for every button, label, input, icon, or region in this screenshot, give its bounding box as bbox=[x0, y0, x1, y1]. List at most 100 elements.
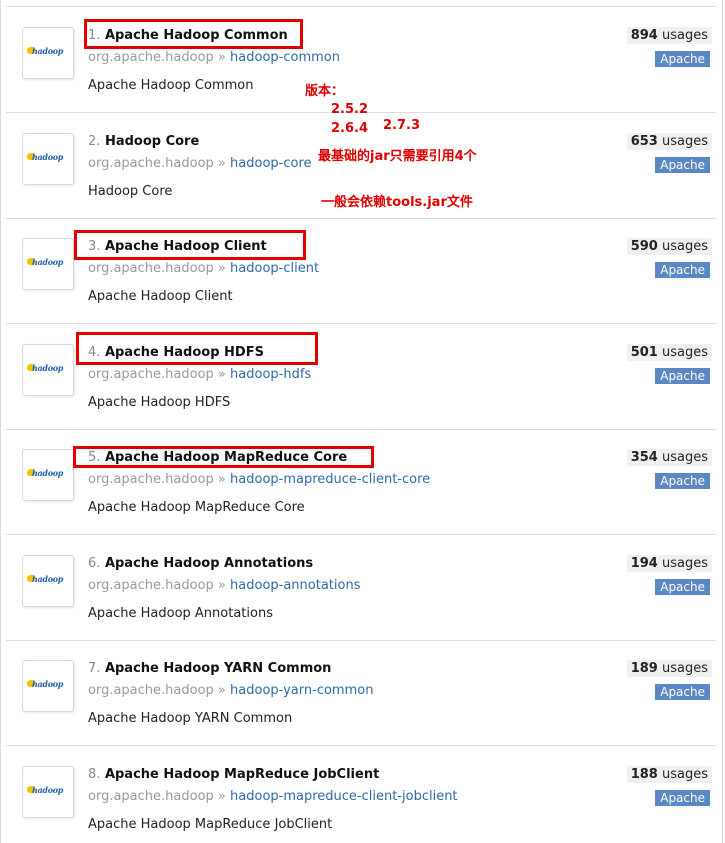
usage-label: usages bbox=[661, 767, 708, 782]
result-number: 7. bbox=[88, 661, 101, 676]
group-link[interactable]: org.apache.hadoop bbox=[88, 789, 214, 804]
hadoop-logo-icon: hadoop bbox=[22, 660, 74, 712]
logo-text: hadoop bbox=[32, 785, 64, 795]
artifact-link[interactable]: hadoop-yarn-common bbox=[230, 683, 373, 698]
result-name-link[interactable]: Apache Hadoop YARN Common bbox=[105, 661, 332, 676]
result-description: Apache Hadoop Annotations bbox=[88, 606, 273, 621]
group-link[interactable]: org.apache.hadoop bbox=[88, 261, 214, 276]
artifact-link[interactable]: hadoop-mapreduce-client-core bbox=[230, 472, 430, 487]
result-coordinates: org.apache.hadoop » hadoop-yarn-common bbox=[88, 683, 373, 698]
result-coordinates: org.apache.hadoop » hadoop-mapreduce-cli… bbox=[88, 472, 430, 487]
usage-count: 653 bbox=[630, 134, 658, 149]
artifact-link[interactable]: hadoop-common bbox=[230, 50, 340, 65]
list-item: hadoop 7. Apache Hadoop YARN Common org.… bbox=[6, 640, 716, 746]
result-coordinates: org.apache.hadoop » hadoop-hdfs bbox=[88, 367, 311, 382]
usage-count: 354 bbox=[630, 450, 658, 465]
result-title[interactable]: 7. Apache Hadoop YARN Common bbox=[88, 661, 331, 676]
group-link[interactable]: org.apache.hadoop bbox=[88, 50, 214, 65]
hadoop-logo-icon: hadoop bbox=[22, 344, 74, 396]
usage-count: 188 bbox=[630, 767, 658, 782]
result-coordinates: org.apache.hadoop » hadoop-annotations bbox=[88, 578, 360, 593]
license-tag[interactable]: Apache bbox=[655, 368, 710, 384]
separator: » bbox=[217, 683, 226, 698]
hadoop-logo-icon: hadoop bbox=[22, 27, 74, 79]
result-description: Apache Hadoop MapReduce Core bbox=[88, 500, 305, 515]
version-annotation: 2.7.3 bbox=[383, 118, 421, 133]
separator: » bbox=[217, 261, 226, 276]
result-title[interactable]: 2. Hadoop Core bbox=[88, 134, 199, 149]
usage-label: usages bbox=[661, 556, 708, 571]
usage-count-badge[interactable]: 501 usages bbox=[626, 344, 712, 361]
highlight-box bbox=[74, 230, 306, 260]
license-tag[interactable]: Apache bbox=[655, 579, 710, 595]
result-coordinates: org.apache.hadoop » hadoop-core bbox=[88, 156, 312, 171]
usage-label: usages bbox=[661, 345, 708, 360]
result-name-link[interactable]: Apache Hadoop MapReduce JobClient bbox=[105, 767, 379, 782]
note-annotation: 最基础的jar只需要引用4个 bbox=[318, 149, 477, 164]
license-tag[interactable]: Apache bbox=[655, 157, 710, 173]
result-name-link[interactable]: Apache Hadoop Annotations bbox=[105, 556, 313, 571]
license-tag[interactable]: Apache bbox=[655, 262, 710, 278]
separator: » bbox=[217, 50, 226, 65]
version-annotation: 2.6.4 bbox=[331, 121, 369, 136]
usage-count-badge[interactable]: 653 usages bbox=[626, 133, 712, 150]
usage-label: usages bbox=[661, 450, 708, 465]
usage-count: 501 bbox=[630, 345, 658, 360]
group-link[interactable]: org.apache.hadoop bbox=[88, 367, 214, 382]
result-number: 6. bbox=[88, 556, 101, 571]
highlight-box bbox=[73, 446, 374, 468]
usage-count-badge[interactable]: 354 usages bbox=[626, 449, 712, 466]
result-description: Apache Hadoop YARN Common bbox=[88, 711, 293, 726]
hadoop-logo-icon: hadoop bbox=[22, 133, 74, 185]
logo-text: hadoop bbox=[32, 468, 64, 478]
logo-text: hadoop bbox=[32, 679, 64, 689]
result-description: Apache Hadoop HDFS bbox=[88, 395, 231, 410]
usage-count-badge[interactable]: 894 usages bbox=[626, 27, 712, 44]
usage-label: usages bbox=[661, 28, 708, 43]
group-link[interactable]: org.apache.hadoop bbox=[88, 472, 214, 487]
result-coordinates: org.apache.hadoop » hadoop-client bbox=[88, 261, 319, 276]
artifact-link[interactable]: hadoop-core bbox=[230, 156, 311, 171]
result-coordinates: org.apache.hadoop » hadoop-common bbox=[88, 50, 340, 65]
license-tag[interactable]: Apache bbox=[655, 790, 710, 806]
usage-count-badge[interactable]: 194 usages bbox=[626, 555, 712, 572]
group-link[interactable]: org.apache.hadoop bbox=[88, 156, 214, 171]
result-description: Hadoop Core bbox=[88, 184, 173, 199]
separator: » bbox=[217, 472, 226, 487]
hadoop-logo-icon: hadoop bbox=[22, 766, 74, 818]
usage-count-badge[interactable]: 590 usages bbox=[626, 238, 712, 255]
result-title[interactable]: 8. Apache Hadoop MapReduce JobClient bbox=[88, 767, 379, 782]
separator: » bbox=[217, 367, 226, 382]
license-tag[interactable]: Apache bbox=[655, 51, 710, 67]
usage-label: usages bbox=[661, 661, 708, 676]
group-link[interactable]: org.apache.hadoop bbox=[88, 683, 214, 698]
list-item: hadoop 5. Apache Hadoop MapReduce Core o… bbox=[6, 429, 716, 535]
usage-count-badge[interactable]: 189 usages bbox=[626, 660, 712, 677]
artifact-link[interactable]: hadoop-mapreduce-client-jobclient bbox=[230, 789, 458, 804]
artifact-link[interactable]: hadoop-hdfs bbox=[230, 367, 311, 382]
license-tag[interactable]: Apache bbox=[655, 473, 710, 489]
result-description: Apache Hadoop Common bbox=[88, 78, 254, 93]
result-number: 8. bbox=[88, 767, 101, 782]
separator: » bbox=[217, 156, 226, 171]
license-tag[interactable]: Apache bbox=[655, 684, 710, 700]
result-name-link[interactable]: Hadoop Core bbox=[105, 134, 199, 149]
logo-text: hadoop bbox=[32, 363, 64, 373]
artifact-link[interactable]: hadoop-client bbox=[230, 261, 319, 276]
logo-text: hadoop bbox=[32, 46, 64, 56]
list-item: hadoop 8. Apache Hadoop MapReduce JobCli… bbox=[6, 746, 716, 843]
hadoop-logo-icon: hadoop bbox=[22, 238, 74, 290]
usage-label: usages bbox=[661, 239, 708, 254]
usage-count: 590 bbox=[630, 239, 658, 254]
result-title[interactable]: 6. Apache Hadoop Annotations bbox=[88, 556, 313, 571]
list-item: hadoop 6. Apache Hadoop Annotations org.… bbox=[6, 535, 716, 641]
logo-text: hadoop bbox=[32, 152, 64, 162]
usage-count-badge[interactable]: 188 usages bbox=[626, 766, 712, 783]
hadoop-logo-icon: hadoop bbox=[22, 449, 74, 501]
highlight-box bbox=[76, 332, 318, 365]
group-link[interactable]: org.apache.hadoop bbox=[88, 578, 214, 593]
logo-text: hadoop bbox=[32, 257, 64, 267]
note-annotation: 一般会依赖tools.jar文件 bbox=[321, 195, 473, 210]
result-description: Apache Hadoop MapReduce JobClient bbox=[88, 817, 333, 832]
artifact-link[interactable]: hadoop-annotations bbox=[230, 578, 360, 593]
